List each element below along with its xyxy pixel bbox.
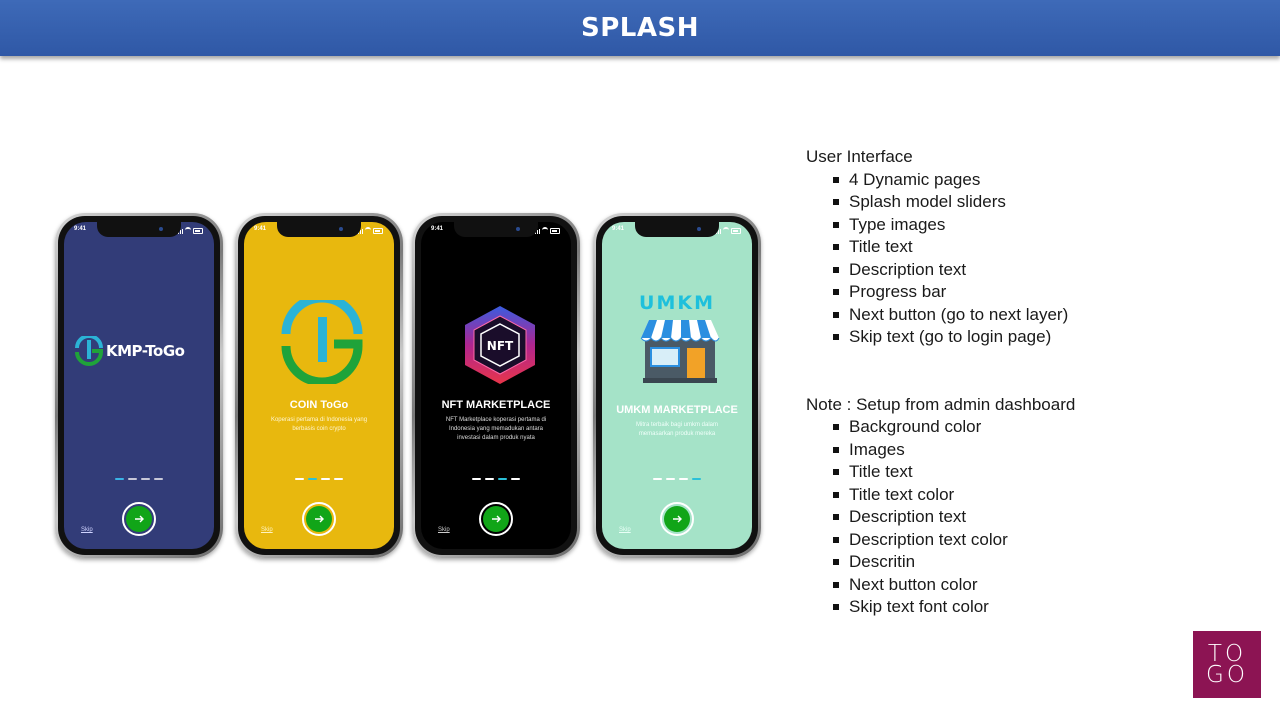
- umkm-logo-text: UMKM: [639, 292, 715, 314]
- skip-link[interactable]: Skip: [438, 527, 450, 533]
- arrow-right-icon: [492, 515, 501, 523]
- list-item: Next button (go to next layer): [806, 304, 1075, 327]
- list-item: Skip text (go to login page): [806, 326, 1075, 349]
- phone-mockup-2: 9:41 COIN ToGo Koperasi pertama di Indon…: [235, 213, 403, 558]
- tg-coin-icon: [281, 300, 363, 384]
- status-time: 9:41: [254, 226, 267, 232]
- splash-screen-2: 9:41 COIN ToGo Koperasi pertama di Indon…: [244, 222, 394, 549]
- status-time: 9:41: [74, 226, 87, 232]
- next-button[interactable]: [479, 502, 513, 536]
- list-item: Progress bar: [806, 281, 1075, 304]
- list-item: Type images: [806, 214, 1075, 237]
- progress-bar: [602, 478, 752, 480]
- next-button[interactable]: [660, 502, 694, 536]
- list-item: Images: [806, 439, 1075, 462]
- ui-heading: User Interface: [806, 147, 913, 166]
- list-item: Title text: [806, 236, 1075, 259]
- list-item: Descritin: [806, 551, 1075, 574]
- progress-bar: [244, 478, 394, 480]
- next-button[interactable]: [122, 502, 156, 536]
- app-name: KMP-ToGo: [106, 342, 185, 360]
- splash-screen-3: 9:41 NFT NFT MARKETPLACE NFT Marketplace…: [421, 222, 571, 549]
- page-title: SPLASH: [581, 13, 699, 43]
- togo-brand-logo: TO GO: [1193, 631, 1261, 698]
- progress-bar: [64, 478, 214, 480]
- ui-feature-list: 4 Dynamic pages Splash model sliders Typ…: [806, 169, 1075, 349]
- splash-screen-4: 9:41 UMKM UMKM MARKETPLACE Mitra terbaik…: [602, 222, 752, 549]
- list-item: 4 Dynamic pages: [806, 169, 1075, 192]
- list-item: Description text: [806, 506, 1075, 529]
- phone-mockup-1: 9:41 KMP-ToGo Skip: [55, 213, 223, 558]
- slide-title: COIN ToGo: [289, 399, 349, 411]
- tg-logo-icon: [75, 336, 103, 366]
- progress-bar: [421, 478, 571, 480]
- header-banner: SPLASH: [0, 0, 1280, 56]
- spec-panel: User Interface 4 Dynamic pages Splash mo…: [806, 146, 1075, 619]
- next-button[interactable]: [302, 502, 336, 536]
- slide-description: Koperasi pertama di Indonesia yang berba…: [270, 417, 368, 432]
- arrow-right-icon: [673, 515, 682, 523]
- phone-mockup-4: 9:41 UMKM UMKM MARKETPLACE Mitra terbaik…: [593, 213, 761, 558]
- list-item: Title text color: [806, 484, 1075, 507]
- umkm-store-icon: [640, 320, 720, 383]
- list-item: Background color: [806, 416, 1075, 439]
- slide-title: UMKM MARKETPLACE: [616, 404, 738, 416]
- splash-screen-1: 9:41 KMP-ToGo Skip: [64, 222, 214, 549]
- skip-link[interactable]: Skip: [619, 527, 631, 533]
- list-item: Splash model sliders: [806, 191, 1075, 214]
- list-item: Description text: [806, 259, 1075, 282]
- list-item: Skip text font color: [806, 596, 1075, 619]
- status-time: 9:41: [612, 226, 625, 232]
- arrow-right-icon: [135, 515, 144, 523]
- slide-description: NFT Marketplace koperasi pertama di Indo…: [445, 417, 547, 441]
- slide-description: Mitra terbaik bagi umkm dalam memasarkan…: [635, 422, 719, 437]
- nft-hexagon-icon: NFT: [465, 306, 535, 384]
- status-time: 9:41: [431, 226, 444, 232]
- list-item: Next button color: [806, 574, 1075, 597]
- brand-logo-line2: GO: [1206, 661, 1248, 688]
- phone-mockup-3: 9:41 NFT NFT MARKETPLACE NFT Marketplace…: [412, 213, 580, 558]
- arrow-right-icon: [315, 515, 324, 523]
- admin-setup-list: Background color Images Title text Title…: [806, 416, 1075, 619]
- skip-link[interactable]: Skip: [81, 527, 93, 533]
- kmp-togo-logo: KMP-ToGo: [74, 336, 185, 366]
- list-item: Title text: [806, 461, 1075, 484]
- skip-link[interactable]: Skip: [261, 527, 273, 533]
- list-item: Description text color: [806, 529, 1075, 552]
- note-heading: Note : Setup from admin dashboard: [806, 394, 1076, 414]
- nft-logo-text: NFT: [487, 339, 514, 353]
- slide-title: NFT MARKETPLACE: [441, 399, 551, 411]
